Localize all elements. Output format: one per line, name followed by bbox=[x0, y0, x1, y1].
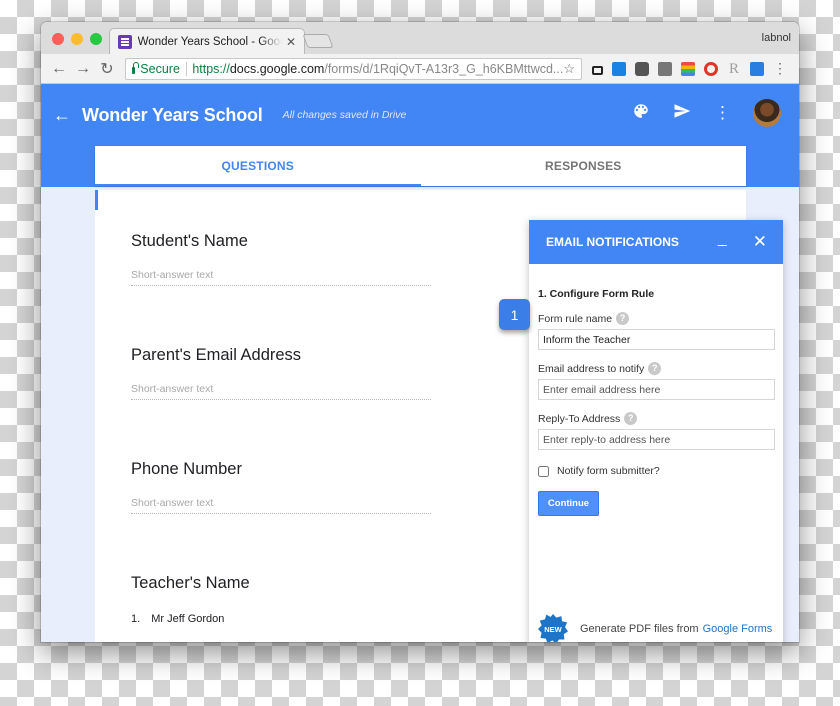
url-scheme: https:// bbox=[192, 61, 230, 76]
tab-strip: Wonder Years School - Google Forms ✕ lab… bbox=[41, 22, 799, 54]
forward-button[interactable]: → bbox=[71, 60, 95, 78]
option-label: Mr Jeff Gordon bbox=[151, 613, 225, 625]
label-text: Email address to notify bbox=[538, 362, 645, 375]
rule-name-label: Form rule name ? bbox=[538, 312, 774, 325]
tab-questions[interactable]: QUESTIONS bbox=[95, 146, 421, 186]
form-tabs: QUESTIONS RESPONSES bbox=[95, 146, 746, 186]
browser-tab[interactable]: Wonder Years School - Google Forms ✕ bbox=[109, 28, 305, 54]
url-path: /forms/d/1RqiQvT-A13r3_G_h6KBMttwcd... bbox=[324, 61, 564, 76]
reply-to-label: Reply-To Address ? bbox=[538, 412, 774, 425]
question-parent-email[interactable]: Parent's Email Address Short-answer text bbox=[131, 346, 431, 400]
new-tab-button[interactable] bbox=[302, 34, 334, 48]
palette-icon[interactable] bbox=[632, 102, 650, 125]
browser-toolbar: ← → ↻ Secure https:// docs.google.com /f… bbox=[41, 54, 799, 84]
save-status: All changes saved in Drive bbox=[282, 109, 407, 121]
help-icon[interactable]: ? bbox=[624, 412, 638, 425]
google-forms-icon bbox=[118, 34, 132, 49]
promo-banner: NEW Generate PDF files from Google Forms bbox=[538, 614, 772, 642]
step-number-badge: 1 bbox=[499, 299, 530, 330]
short-answer-placeholder: Short-answer text bbox=[131, 269, 431, 286]
question-student-name[interactable]: Student's Name Short-answer text bbox=[131, 232, 431, 286]
short-answer-placeholder: Short-answer text bbox=[131, 497, 431, 514]
question-title: Teacher's Name bbox=[131, 574, 250, 592]
question-teacher-name[interactable]: Teacher's Name 1. Mr Jeff Gordon bbox=[131, 574, 250, 625]
option-number: 1. bbox=[131, 613, 141, 625]
back-button[interactable]: ← bbox=[47, 60, 71, 78]
continue-button[interactable]: Continue bbox=[538, 491, 599, 516]
notify-submitter-checkbox[interactable] bbox=[538, 465, 549, 477]
close-window-button[interactable] bbox=[52, 33, 64, 45]
tab-title: Wonder Years School - Google Forms bbox=[137, 35, 282, 48]
user-avatar[interactable] bbox=[753, 99, 781, 127]
tab-responses[interactable]: RESPONSES bbox=[421, 146, 747, 186]
minimize-icon[interactable]: _ bbox=[718, 230, 727, 248]
r-extension-icon[interactable]: R bbox=[727, 61, 741, 76]
browser-window: Wonder Years School - Google Forms ✕ lab… bbox=[41, 22, 799, 642]
trello-extension-icon[interactable] bbox=[612, 61, 626, 76]
notify-submitter-row[interactable]: Notify form submitter? bbox=[538, 465, 774, 477]
blue-square-extension-icon[interactable] bbox=[750, 61, 764, 76]
label-text: Form rule name bbox=[538, 312, 613, 325]
notify-submitter-label: Notify form submitter? bbox=[557, 465, 660, 477]
promo-link[interactable]: Google Forms bbox=[703, 623, 773, 635]
promo-text: Generate PDF files from bbox=[580, 623, 699, 635]
forms-header: ← Wonder Years School All changes saved … bbox=[41, 84, 799, 146]
question-phone-number[interactable]: Phone Number Short-answer text bbox=[131, 460, 431, 514]
notify-email-label: Email address to notify ? bbox=[538, 362, 774, 375]
help-icon[interactable]: ? bbox=[616, 312, 630, 325]
maximize-window-button[interactable] bbox=[90, 33, 102, 45]
address-bar[interactable]: Secure https:// docs.google.com /forms/d… bbox=[125, 57, 582, 80]
more-options-icon[interactable]: ⋮ bbox=[714, 103, 731, 123]
section-title: 1. Configure Form Rule bbox=[538, 288, 655, 300]
secure-label: Secure bbox=[140, 61, 180, 76]
send-icon[interactable] bbox=[672, 102, 692, 125]
profile-name[interactable]: labnol bbox=[762, 32, 791, 44]
browser-menu-icon[interactable]: ⋮ bbox=[773, 60, 787, 77]
tab-close-icon[interactable]: ✕ bbox=[286, 35, 296, 49]
lock-extension-icon[interactable] bbox=[592, 66, 603, 75]
form-title[interactable]: Wonder Years School bbox=[82, 105, 263, 126]
question-title: Student's Name bbox=[131, 232, 248, 250]
bookmark-star-icon[interactable]: ☆ bbox=[563, 61, 575, 77]
close-icon[interactable]: ✕ bbox=[753, 232, 767, 252]
short-answer-placeholder: Short-answer text bbox=[131, 383, 431, 400]
question-title: Parent's Email Address bbox=[131, 346, 302, 364]
reload-button[interactable]: ↻ bbox=[95, 59, 119, 79]
minimize-window-button[interactable] bbox=[71, 33, 83, 45]
colorful-extension-icon[interactable] bbox=[681, 61, 695, 76]
red-circle-extension-icon[interactable] bbox=[704, 61, 718, 76]
back-arrow-icon[interactable]: ← bbox=[53, 105, 77, 126]
email-notifications-panel: EMAIL NOTIFICATIONS _ ✕ 1. Configure For… bbox=[529, 220, 783, 642]
dropdown-option[interactable]: 1. Mr Jeff Gordon bbox=[131, 613, 250, 625]
question-title: Phone Number bbox=[131, 460, 242, 478]
header-actions: ⋮ bbox=[632, 99, 781, 127]
keep-extension-icon[interactable] bbox=[658, 61, 672, 76]
help-icon[interactable]: ? bbox=[648, 362, 662, 375]
panel-header: EMAIL NOTIFICATIONS _ ✕ bbox=[529, 220, 783, 264]
lock-icon bbox=[132, 61, 140, 74]
panel-title: EMAIL NOTIFICATIONS bbox=[546, 235, 679, 249]
extension-icons: R ⋮ bbox=[592, 60, 787, 77]
new-badge-icon: NEW bbox=[538, 614, 568, 642]
notify-email-input[interactable] bbox=[538, 379, 775, 400]
panel-body: 1. Configure Form Rule Form rule name ? … bbox=[529, 264, 783, 516]
window-controls bbox=[52, 33, 102, 45]
url-host: docs.google.com bbox=[229, 61, 325, 76]
rule-name-input[interactable] bbox=[538, 329, 775, 350]
label-text: Reply-To Address bbox=[538, 412, 621, 425]
pocket-extension-icon[interactable] bbox=[635, 61, 649, 76]
reply-to-input[interactable] bbox=[538, 429, 775, 450]
